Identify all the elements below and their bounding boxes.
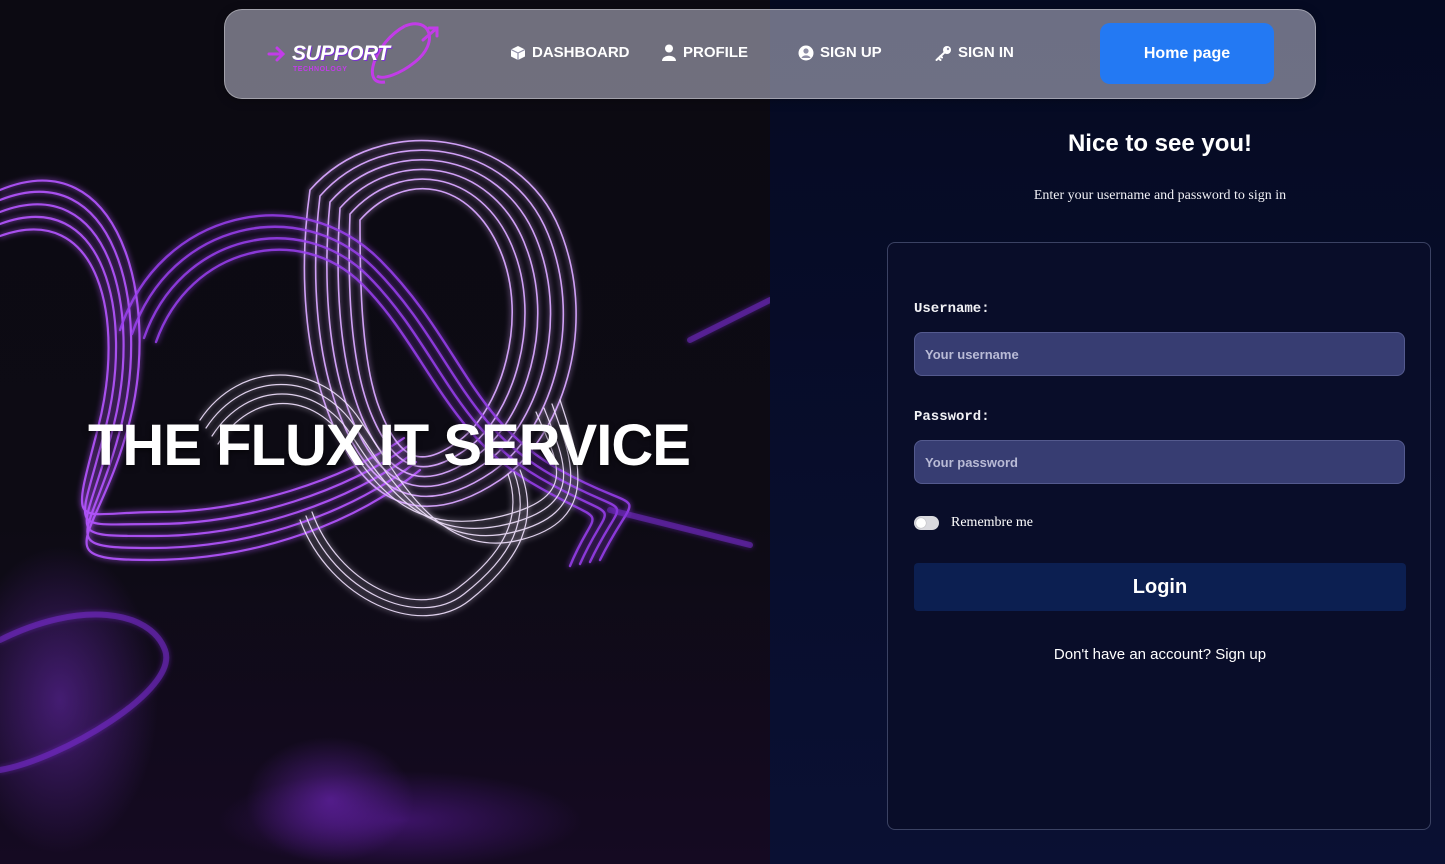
- remember-me-label: Remembre me: [951, 515, 1034, 530]
- brand-name[interactable]: SUPPORT: [292, 42, 390, 66]
- login-button[interactable]: Login: [914, 563, 1406, 611]
- username-field[interactable]: [914, 332, 1405, 376]
- nav-dashboard-label: DASHBOARD: [532, 44, 630, 61]
- nav-profile-label: PROFILE: [683, 44, 749, 61]
- signin-subtitle: Enter your username and password to sign…: [1033, 188, 1287, 203]
- user-circle-icon: [798, 45, 814, 60]
- key-icon: [935, 45, 951, 61]
- nav-sign-up-label: SIGN UP: [820, 44, 882, 61]
- username-label: Username:: [914, 301, 990, 317]
- hero-title: THE FLUX IT SERVICE: [88, 413, 691, 478]
- user-icon: [662, 44, 676, 61]
- cube-icon: [510, 45, 526, 60]
- greeting-heading: Nice to see you!: [1067, 130, 1253, 157]
- password-label: Password:: [914, 409, 990, 425]
- remember-me-toggle[interactable]: [914, 516, 939, 530]
- nav-sign-in[interactable]: SIGN IN: [935, 44, 1014, 61]
- home-page-button[interactable]: Home page: [1100, 23, 1274, 84]
- password-field[interactable]: [914, 440, 1405, 484]
- signin-card: [887, 242, 1431, 830]
- signup-link[interactable]: Don't have an account? Sign up: [914, 646, 1406, 663]
- nav-profile[interactable]: PROFILE: [661, 44, 748, 61]
- nav-dashboard[interactable]: DASHBOARD: [510, 44, 630, 61]
- nav-sign-in-label: SIGN IN: [958, 44, 1014, 61]
- toggle-knob: [916, 518, 926, 528]
- brand-subtitle: TECHNOLOGY: [293, 66, 348, 73]
- nav-sign-up[interactable]: SIGN UP: [798, 44, 882, 61]
- hero-panel: THE FLUX IT SERVICE: [0, 0, 770, 864]
